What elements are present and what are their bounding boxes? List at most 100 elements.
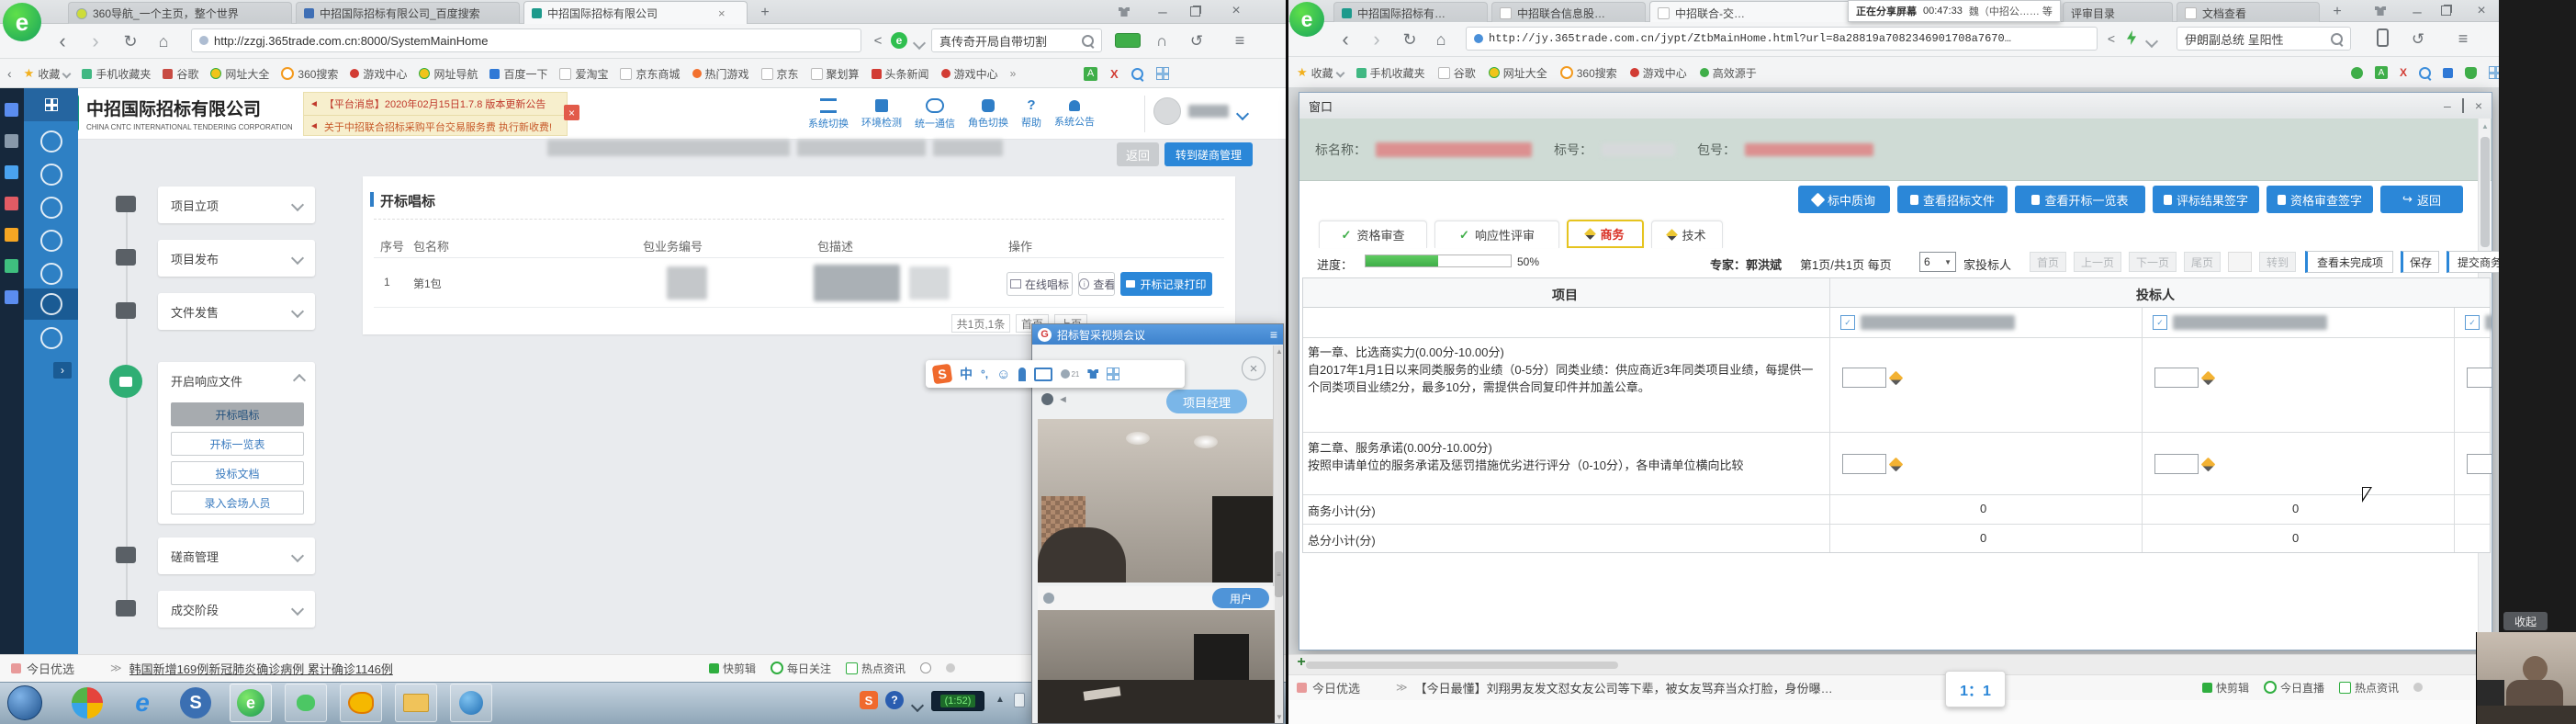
back-icon[interactable]: ‹: [1333, 27, 1357, 52]
toolbox-grid-icon[interactable]: [1107, 368, 1119, 380]
dock-icon[interactable]: [5, 103, 18, 117]
search-box[interactable]: 真传奇开局自带切割: [931, 28, 1102, 52]
browser-logo[interactable]: e: [3, 3, 41, 41]
tray-sogou-icon[interactable]: S: [860, 691, 878, 709]
submenu-open-bid-call[interactable]: 开标唱标: [171, 402, 304, 426]
user-button[interactable]: 用户: [1212, 588, 1269, 608]
scissors-icon[interactable]: X: [1110, 67, 1119, 81]
edit-icon[interactable]: [1889, 370, 1904, 385]
score-input-r1-b1[interactable]: [1842, 368, 1901, 388]
pager-prev[interactable]: 上一页: [2074, 252, 2121, 272]
news-ticker[interactable]: ≫ 韩国新增169例新冠肺炎确诊病例 累计确诊1146例: [110, 654, 393, 682]
sidebar-item-project-init[interactable]: 项目立项: [158, 187, 315, 223]
online-call-button[interactable]: 在线唱标: [1007, 272, 1073, 296]
url-text[interactable]: http://jy.365trade.com.cn/jypt/ZtbMainHo…: [1489, 32, 2011, 45]
edit-icon[interactable]: [1889, 457, 1904, 471]
collapse-left-icon[interactable]: ‹: [7, 67, 12, 80]
pager-first[interactable]: 首页: [2030, 252, 2066, 272]
image-checkbox-icon[interactable]: ✓: [1840, 315, 1855, 330]
bookmark-item[interactable]: 头条新闻: [872, 66, 929, 82]
refresh-icon[interactable]: ↻: [1398, 27, 1422, 52]
score-input-r2-b1[interactable]: [1842, 454, 1901, 474]
daily-follow-tool[interactable]: 每日关注: [771, 661, 831, 676]
submenu-venue-staff[interactable]: 录入会场人员: [171, 491, 304, 515]
find-icon[interactable]: [1131, 68, 1143, 80]
bookmark-item[interactable]: 聚划算: [811, 66, 860, 82]
nav-help[interactable]: ? 帮助: [1021, 99, 1041, 130]
site-info-icon[interactable]: [1474, 34, 1483, 43]
sidebar-item-deal-stage[interactable]: 成交阶段: [158, 591, 315, 628]
bookmark-item[interactable]: 手机收藏夹: [1356, 65, 1425, 81]
refresh-icon[interactable]: ↻: [118, 28, 143, 54]
tab-doc-view[interactable]: 文档查看: [2177, 2, 2320, 24]
history-undo-icon[interactable]: ↺: [2406, 27, 2430, 51]
fee-notice[interactable]: 关于中招联合招标采购平台交易服务费 执行新收费!: [324, 119, 552, 134]
taskbar-item-fish[interactable]: [340, 684, 382, 722]
pager-goto[interactable]: 转到: [2259, 252, 2296, 272]
tab-zhongzhao-info[interactable]: 中招联合信息股…: [1491, 2, 1646, 24]
bookmark-item[interactable]: 游戏中心: [350, 66, 407, 82]
taskbar-item-sogou[interactable]: S: [180, 687, 211, 718]
feedback-icon[interactable]: [2375, 6, 2386, 16]
tab-close-icon[interactable]: ×: [718, 6, 726, 20]
tray-trash-icon[interactable]: [1014, 693, 1025, 707]
tab-qualification-review[interactable]: ✓ 资格审查: [1319, 221, 1427, 248]
dock-icon[interactable]: [5, 290, 18, 304]
announcement-close-button[interactable]: ×: [564, 105, 579, 120]
main-menu-icon[interactable]: ≡: [1227, 28, 1253, 52]
bookmark-favorites[interactable]: ★收藏: [1297, 65, 1344, 81]
screen-sharing-bar[interactable]: 正在分享屏幕 00:47:33 魏（中招公…… 等6人正在观: [1848, 0, 2061, 22]
speed-icon[interactable]: [2413, 683, 2423, 692]
bookmark-item[interactable]: 网址导航: [419, 66, 478, 82]
main-menu-icon[interactable]: ≡: [2450, 27, 2476, 51]
keyboard-icon[interactable]: [1034, 368, 1052, 381]
scroll-thumb[interactable]: [2480, 137, 2490, 247]
shield-icon[interactable]: [2465, 67, 2477, 79]
tab-cntc-active[interactable]: 中招国际招标有限公司 ×: [523, 1, 748, 25]
ime-language-toggle[interactable]: 中: [960, 365, 973, 383]
nav-env-check[interactable]: 环境检测: [861, 99, 902, 130]
sidebar-expand-button[interactable]: ›: [53, 362, 72, 379]
per-page-select[interactable]: 6 ▼: [1919, 252, 1956, 272]
dock-icon[interactable]: [5, 228, 18, 242]
ime-punct-toggle[interactable]: °,: [981, 368, 988, 380]
bid-inquiry-button[interactable]: 标中质询: [1798, 186, 1890, 213]
new-tab-button[interactable]: +: [2327, 3, 2347, 21]
modal-titlebar[interactable]: 窗口 – ×: [1299, 93, 2492, 119]
tab-responsiveness-review[interactable]: ✓ 响应性评审: [1434, 221, 1559, 248]
tray-help-icon[interactable]: ?: [885, 691, 904, 709]
new-tab-button[interactable]: +: [755, 4, 775, 22]
sidebar-item-negotiation[interactable]: 磋商管理: [158, 537, 315, 574]
video-close-button[interactable]: ×: [1242, 356, 1266, 380]
pager-last[interactable]: 尾页: [2184, 252, 2221, 272]
search-box[interactable]: 伊朗副总统 呈阳性: [2177, 27, 2351, 51]
browser-logo[interactable]: e: [1289, 2, 1324, 37]
notes-icon[interactable]: [2443, 68, 2453, 78]
tab-360-nav[interactable]: 360导航_一个主页，整个世界: [68, 2, 292, 24]
sidebar-item-open-response[interactable]: 开启响应文件: [171, 362, 304, 399]
wallet-icon[interactable]: [1115, 33, 1141, 48]
tab-baidu-search[interactable]: 中招国际招标有限公司_百度搜索: [296, 2, 520, 24]
modal-minimize-icon[interactable]: –: [2444, 98, 2451, 113]
people-count-icon[interactable]: 21: [1061, 369, 1079, 379]
view-tender-doc-button[interactable]: 查看招标文件: [1897, 186, 2008, 213]
live-today-tool[interactable]: 今日直播: [2264, 680, 2324, 696]
tray-up-icon[interactable]: ▲: [996, 695, 1005, 705]
taskbar-item-wechat[interactable]: [285, 684, 327, 722]
back-icon[interactable]: ‹: [50, 28, 75, 54]
sidebar-stage-icon-active[interactable]: [40, 293, 62, 315]
sidebar-stage-icon[interactable]: [40, 327, 62, 349]
nav-role-switch[interactable]: 角色切换: [968, 99, 1008, 130]
bookmark-item[interactable]: 爱淘宝: [559, 66, 608, 82]
scroll-thumb[interactable]: ≡: [1275, 551, 1283, 597]
view-button[interactable]: i 查看: [1078, 272, 1115, 296]
image-checkbox-icon[interactable]: ✓: [2153, 315, 2167, 330]
mic-icon[interactable]: [1018, 368, 1026, 381]
add-button[interactable]: +: [1293, 654, 1310, 671]
nav-announcements[interactable]: 系统公告: [1054, 100, 1095, 129]
search-icon[interactable]: [2331, 33, 2343, 45]
address-bar[interactable]: http://jy.365trade.com.cn/jypt/ZtbMainHo…: [1466, 27, 2098, 51]
chevron-down-icon[interactable]: [915, 38, 924, 51]
print-record-button[interactable]: 开标记录打印: [1120, 272, 1212, 296]
home-icon[interactable]: ⌂: [1429, 27, 1453, 52]
